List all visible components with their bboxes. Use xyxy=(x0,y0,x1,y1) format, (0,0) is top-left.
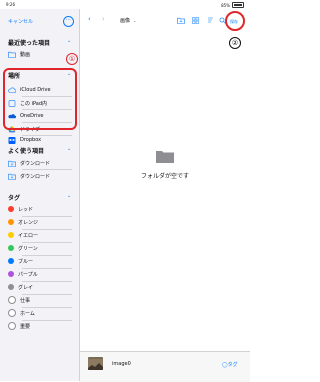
tag-color-dot-icon xyxy=(8,232,14,238)
sidebar-item-label: ホーム xyxy=(20,310,35,317)
sidebar: キャンセル ⋯ 最近使った項目 ⌄ 動画 場所 ⌄ iCloud Drive こ… xyxy=(0,9,80,381)
image-thumbnail xyxy=(88,357,103,370)
sidebar-item-label: 重要 xyxy=(20,323,31,330)
sidebar-item-tag[interactable]: ブルー xyxy=(8,255,72,267)
sidebar-item-label: パープル xyxy=(18,271,38,278)
sidebar-item-label: Dropbox xyxy=(20,137,42,143)
tag-color-dot-icon xyxy=(8,271,14,277)
tag-color-dot-icon xyxy=(8,206,14,212)
sidebar-item-dropbox[interactable]: Dropbox xyxy=(8,134,72,146)
sidebar-item-label: イエロー xyxy=(18,232,38,239)
tag-color-dot-icon xyxy=(8,322,16,330)
sidebar-item-label: オレンジ xyxy=(18,219,39,226)
battery-percent: 85% xyxy=(221,2,230,8)
chevron-down-icon[interactable]: ⌄ xyxy=(67,146,71,152)
empty-state: フォルダが空です xyxy=(80,149,250,180)
chevron-down-icon[interactable]: ⌄ xyxy=(67,38,71,44)
folder-icon xyxy=(8,51,16,58)
favorites-header: よく使う項目 xyxy=(8,148,45,155)
status-time: 9:26 xyxy=(6,2,15,7)
dropbox-icon xyxy=(8,136,16,144)
sidebar-item-downloads[interactable]: ダウンロード xyxy=(8,157,72,169)
grid-view-icon[interactable] xyxy=(192,17,199,24)
download-folder-icon xyxy=(8,173,16,180)
sidebar-item-label: ダウンロード xyxy=(20,173,51,180)
annotation-one: ① xyxy=(66,53,78,65)
sidebar-item-videos[interactable]: 動画 xyxy=(8,48,72,60)
status-right: 85% xyxy=(221,2,244,8)
sidebar-item-label: 仕事 xyxy=(20,297,31,304)
annotation-two: ② xyxy=(229,37,241,49)
sidebar-item-tag[interactable]: 仕事 xyxy=(8,294,72,306)
tag-color-dot-icon xyxy=(8,284,14,290)
battery-icon xyxy=(232,2,244,8)
tag-color-dot-icon xyxy=(8,296,16,304)
tags-header: タグ xyxy=(8,195,21,202)
chevron-down-icon: ⌄ xyxy=(133,18,137,23)
tag-color-dot-icon xyxy=(8,258,14,264)
sidebar-item-downloads[interactable]: ダウンロード xyxy=(8,170,72,182)
sidebar-item-tag[interactable]: パープル xyxy=(8,268,72,280)
sidebar-item-tag[interactable]: 重要 xyxy=(8,320,72,332)
tag-color-dot-icon xyxy=(8,245,14,251)
sidebar-item-label: ブルー xyxy=(18,258,34,265)
location-label: 画像 xyxy=(120,18,131,24)
folder-icon xyxy=(156,151,174,163)
chevron-down-icon[interactable]: ⌄ xyxy=(67,193,71,199)
sidebar-item-label: グリーン xyxy=(18,245,38,252)
sidebar-item-tag[interactable]: イエロー xyxy=(8,229,72,241)
cancel-button[interactable]: キャンセル xyxy=(8,18,33,25)
sidebar-item-tag[interactable]: グレイ xyxy=(8,281,72,293)
sidebar-item-label: レッド xyxy=(18,206,34,213)
tag-button[interactable]: ◯タグ xyxy=(222,361,238,368)
sidebar-item-label: ダウンロード xyxy=(20,160,51,167)
sidebar-item-tag[interactable]: オレンジ xyxy=(8,216,72,228)
sidebar-item-label: 動画 xyxy=(20,51,31,58)
main-panel: ‹ › 画像 ⌄ 保存 ② フォルダが空です xyxy=(80,9,250,381)
back-icon[interactable]: ‹ xyxy=(88,15,91,23)
status-bar: 9:26 85% xyxy=(0,0,250,9)
new-folder-icon[interactable] xyxy=(177,17,185,24)
forward-icon[interactable]: › xyxy=(102,15,105,23)
sidebar-item-tag[interactable]: レッド xyxy=(8,203,72,215)
location-title[interactable]: 画像 ⌄ xyxy=(120,17,136,24)
filename-field[interactable]: image0 xyxy=(112,361,131,367)
locations-highlight xyxy=(3,68,77,130)
save-button[interactable]: 保存 xyxy=(230,19,238,25)
sort-icon[interactable] xyxy=(207,16,214,24)
empty-folder-label: フォルダが空です xyxy=(140,173,189,180)
sidebar-item-tag[interactable]: ホーム xyxy=(8,307,72,319)
sidebar-item-tag[interactable]: グリーン xyxy=(8,242,72,254)
more-options-icon[interactable]: ⋯ xyxy=(63,16,74,27)
sidebar-item-label: グレイ xyxy=(18,284,34,291)
tag-color-dot-icon xyxy=(8,219,14,225)
recent-header: 最近使った項目 xyxy=(8,40,51,47)
tag-color-dot-icon xyxy=(8,309,16,317)
bottom-bar: image0 ◯タグ xyxy=(80,351,250,382)
tag-label: タグ xyxy=(227,362,238,368)
download-folder-icon xyxy=(8,160,16,167)
